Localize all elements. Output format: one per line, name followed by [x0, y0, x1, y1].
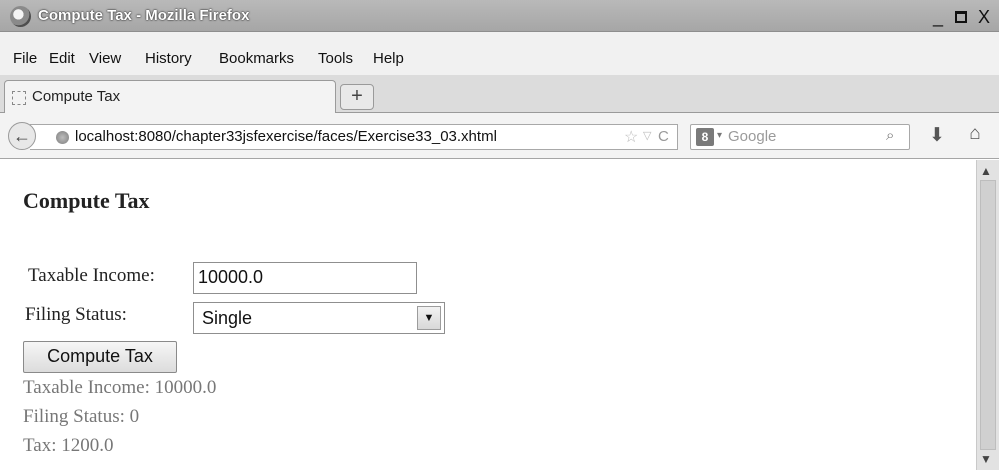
minimize-button[interactable]: _	[928, 8, 948, 26]
tab-label: Compute Tax	[32, 88, 121, 105]
search-bar[interactable]: 8 ▾ Google ⌕	[690, 124, 910, 150]
menu-tools[interactable]: Tools	[318, 50, 353, 67]
menu-help[interactable]: Help	[373, 50, 404, 67]
globe-icon	[56, 131, 69, 144]
scroll-thumb[interactable]	[980, 180, 996, 450]
new-tab-button[interactable]: +	[340, 84, 374, 110]
vertical-scrollbar[interactable]: ▲ ▼	[976, 160, 999, 470]
back-button[interactable]: ←	[8, 122, 36, 150]
result-tax: Tax: 1200.0	[23, 435, 114, 456]
url-bar[interactable]: localhost:8080/chapter33jsfexercise/face…	[30, 124, 678, 150]
compute-tax-button[interactable]: Compute Tax	[23, 341, 177, 373]
scroll-down-icon[interactable]: ▼	[980, 452, 992, 466]
firefox-icon	[10, 6, 31, 27]
menu-view[interactable]: View	[89, 50, 121, 67]
search-engine-icon[interactable]: 8	[696, 128, 714, 146]
filing-status-label: Filing Status:	[25, 304, 127, 325]
page-content: Compute Tax Taxable Income: 10000.0 Fili…	[0, 160, 975, 470]
menu-edit[interactable]: Edit	[49, 50, 75, 67]
scroll-up-icon[interactable]: ▲	[980, 164, 992, 178]
url-text[interactable]: localhost:8080/chapter33jsfexercise/face…	[75, 128, 497, 145]
bookmark-star-icon[interactable]: ☆	[624, 127, 638, 147]
filing-status-select[interactable]: Single ▼	[193, 302, 445, 334]
tab-strip: Compute Tax +	[0, 75, 999, 114]
result-filing-status: Filing Status: 0	[23, 406, 140, 427]
search-icon[interactable]: ⌕	[886, 127, 894, 144]
search-placeholder: Google	[728, 128, 777, 145]
page-icon	[12, 91, 26, 105]
filing-status-value: Single	[202, 308, 253, 328]
menu-file[interactable]: File	[13, 50, 37, 67]
taxable-income-label: Taxable Income:	[28, 265, 155, 286]
menu-bookmarks[interactable]: Bookmarks	[219, 50, 294, 67]
taxable-income-input[interactable]: 10000.0	[193, 262, 417, 294]
reload-icon[interactable]: C	[658, 128, 669, 145]
dropdown-arrow-icon[interactable]: ▼	[417, 306, 441, 330]
tab-compute-tax[interactable]: Compute Tax	[4, 80, 336, 114]
close-button[interactable]: X	[974, 8, 994, 26]
home-icon[interactable]: ⌂	[962, 123, 988, 147]
search-engine-dropdown-icon[interactable]: ▾	[717, 130, 722, 141]
url-history-dropdown-icon[interactable]: ▽	[643, 129, 651, 142]
maximize-icon	[955, 11, 967, 23]
download-icon[interactable]: ⬇	[926, 124, 948, 148]
title-bar: Compute Tax - Mozilla Firefox _ X	[0, 0, 999, 32]
menu-bar: File Edit View History Bookmarks Tools H…	[0, 32, 999, 75]
result-taxable-income: Taxable Income: 10000.0	[23, 377, 217, 398]
menu-history[interactable]: History	[145, 50, 192, 67]
page-title: Compute Tax	[23, 188, 150, 213]
window-title: Compute Tax - Mozilla Firefox	[38, 7, 250, 24]
browser-window: Compute Tax - Mozilla Firefox _ X File E…	[0, 0, 999, 470]
navigation-bar: localhost:8080/chapter33jsfexercise/face…	[0, 113, 999, 159]
maximize-button[interactable]	[951, 10, 971, 26]
